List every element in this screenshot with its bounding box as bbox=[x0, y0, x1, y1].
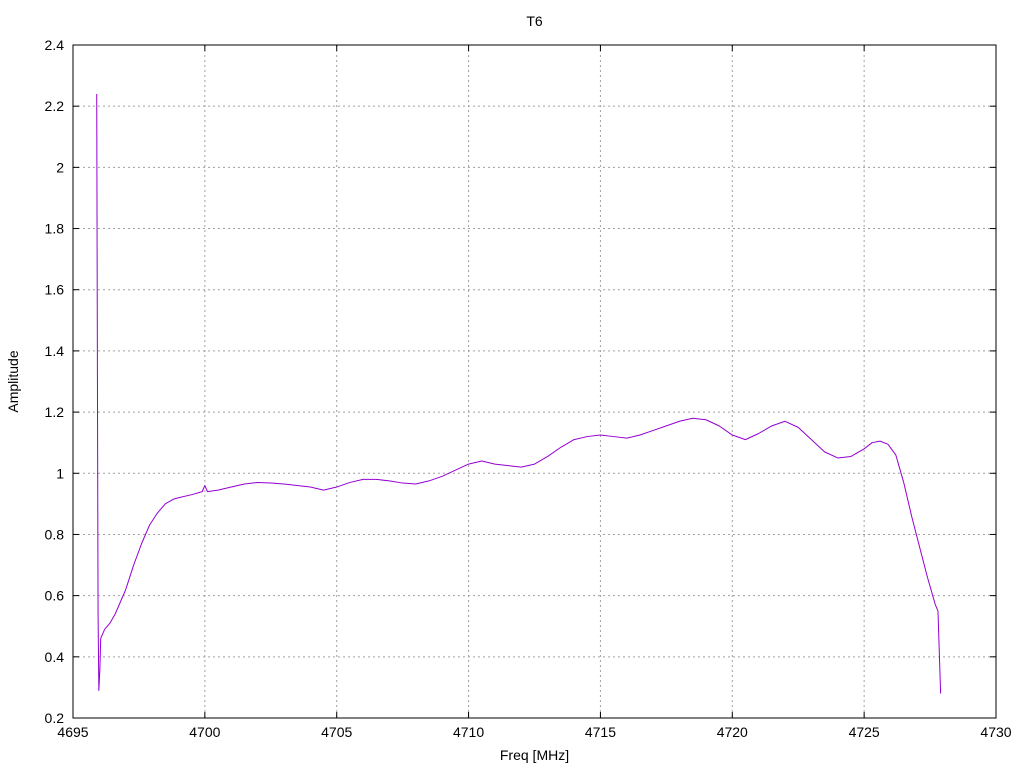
x-tick-label: 4720 bbox=[717, 724, 748, 740]
y-tick-label: 0.2 bbox=[45, 710, 65, 726]
y-tick-label: 2 bbox=[56, 159, 64, 175]
y-tick-label: 0.4 bbox=[45, 649, 65, 665]
y-tick-label: 1.6 bbox=[45, 282, 65, 298]
chart-title: T6 bbox=[526, 13, 543, 29]
x-axis-title: Freq [MHz] bbox=[500, 747, 569, 763]
y-tick-label: 2.2 bbox=[45, 98, 65, 114]
y-tick-label: 1 bbox=[56, 465, 64, 481]
chart-background bbox=[0, 0, 1024, 768]
x-tick-label: 4710 bbox=[453, 724, 484, 740]
x-tick-label: 4705 bbox=[321, 724, 352, 740]
y-axis-title: Amplitude bbox=[5, 350, 21, 412]
x-tick-label: 4695 bbox=[57, 724, 88, 740]
y-tick-label: 1.4 bbox=[45, 343, 65, 359]
x-tick-label: 4730 bbox=[980, 724, 1011, 740]
x-tick-label: 4700 bbox=[189, 724, 220, 740]
x-tick-label: 4725 bbox=[849, 724, 880, 740]
y-tick-label: 2.4 bbox=[45, 37, 65, 53]
y-tick-label: 1.8 bbox=[45, 221, 65, 237]
line-chart: 4695 4700 4705 4710 4715 4720 4725 4730 0.2 0.4 0… bbox=[0, 0, 1024, 768]
y-tick-label: 1.2 bbox=[45, 404, 65, 420]
x-tick-label: 4715 bbox=[585, 724, 616, 740]
y-tick-label: 0.6 bbox=[45, 588, 65, 604]
y-tick-label: 0.8 bbox=[45, 526, 65, 542]
